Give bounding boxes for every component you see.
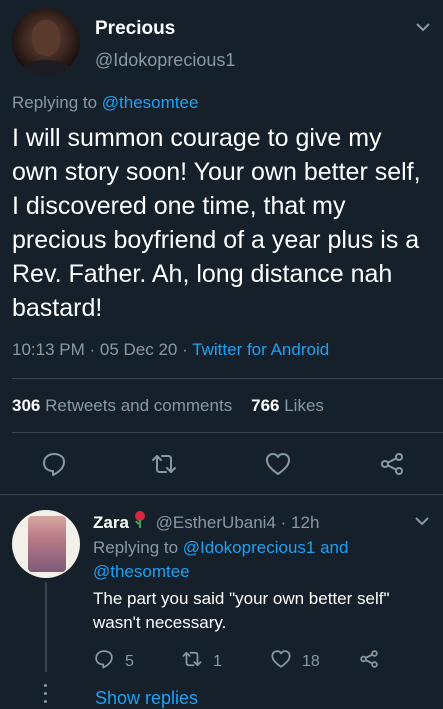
thread-line (45, 582, 47, 672)
chevron-down-icon[interactable] (415, 20, 431, 38)
author-name[interactable]: Precious (95, 18, 175, 40)
thread-dot (44, 684, 47, 687)
thread-dot (44, 692, 47, 695)
reply-text: The part you said "your own better self"… (93, 589, 390, 632)
retweets-label[interactable]: Retweets and comments (45, 396, 232, 415)
author-handle[interactable]: @Idokoprecious1 (95, 50, 235, 71)
tweet-meta: 10:13 PM · 05 Dec 20 · Twitter for Andro… (12, 340, 329, 360)
tweet-source[interactable]: Twitter for Android (192, 340, 329, 359)
replying-prefix: Replying to (93, 538, 179, 557)
retweets-count[interactable]: 306 (12, 396, 40, 415)
reply-age: · 12h (280, 513, 320, 532)
like-icon[interactable] (264, 450, 292, 478)
rose-emoji (133, 510, 147, 533)
reply-icon[interactable] (40, 450, 68, 478)
reply-author-name[interactable]: Zara (93, 513, 129, 532)
author-avatar[interactable] (12, 8, 80, 76)
reply-replying-to: Replying to @Idokoprecious1 and @thesomt… (93, 536, 423, 584)
retweet-icon[interactable] (150, 450, 178, 478)
divider (0, 494, 443, 495)
retweet-icon[interactable] (181, 648, 203, 675)
reply-author-handle[interactable]: @EstherUbani4 (156, 513, 276, 532)
tweet-text: I will summon courage to give my own sto… (12, 124, 421, 322)
reply-action-share[interactable] (358, 648, 380, 675)
reply-header: Zara @EstherUbani4 · 12h (93, 510, 319, 533)
avatar-photo (28, 516, 66, 572)
replying-to-line: Replying to @thesomtee (12, 93, 198, 113)
avatar-face (32, 20, 60, 56)
divider (12, 378, 443, 379)
likes-count[interactable]: 766 (251, 396, 279, 415)
chevron-down-icon[interactable] (414, 514, 430, 532)
reply-action-reply[interactable]: 5 (93, 648, 134, 675)
replying-and: and (320, 538, 349, 557)
replying-to-handle-1[interactable]: @Idokoprecious1 (183, 538, 316, 557)
tweet-time: 10:13 PM · 05 Dec 20 · (12, 340, 193, 359)
likes-label[interactable]: Likes (284, 396, 324, 415)
divider (12, 432, 443, 433)
retweet-count: 1 (213, 652, 222, 670)
thread-dot (44, 700, 47, 703)
like-count: 18 (302, 652, 320, 670)
reply-action-like[interactable]: 18 (270, 648, 320, 675)
tweet-stats: 306 Retweets and comments 766 Likes (12, 396, 324, 416)
reply-count: 5 (125, 652, 134, 670)
replying-prefix: Replying to (12, 93, 98, 112)
share-icon[interactable] (358, 648, 380, 675)
avatar-shoulder (18, 60, 74, 76)
reply-icon[interactable] (93, 648, 115, 675)
replying-to-handle[interactable]: @thesomtee (102, 93, 199, 112)
reply-action-retweet[interactable]: 1 (181, 648, 222, 675)
share-icon[interactable] (378, 450, 406, 478)
reply-author-avatar[interactable] (12, 510, 80, 578)
like-icon[interactable] (270, 648, 292, 675)
replying-to-handle-2[interactable]: @thesomtee (93, 562, 190, 581)
